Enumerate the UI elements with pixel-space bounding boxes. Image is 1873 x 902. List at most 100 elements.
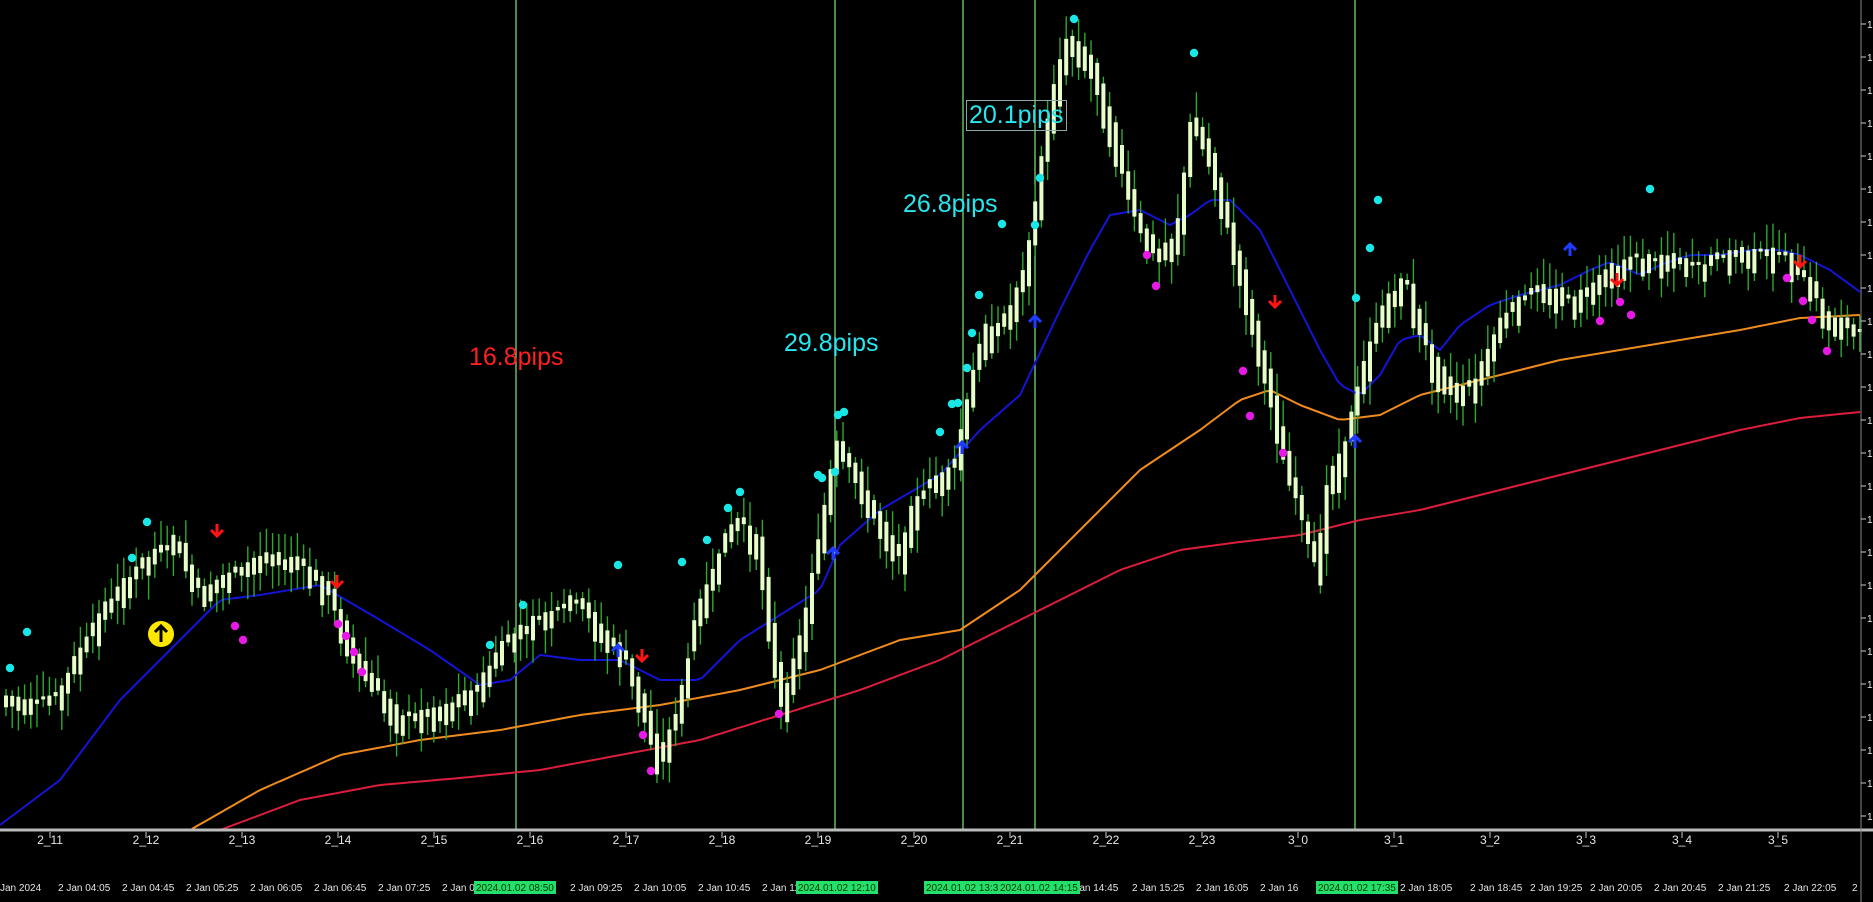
candle-body [1516,296,1521,326]
candle-body [1355,386,1360,416]
time-label: Jan 2024 [0,883,42,894]
candle-body [1585,287,1589,297]
candle-body [1578,289,1583,313]
time-highlight-label: 2024.01.02 12:10 [798,883,876,894]
candle-body [1479,361,1484,386]
candle-body [450,702,455,722]
candle-body [952,458,957,468]
candle-body [72,656,77,675]
cyan-signal-dot [485,640,495,650]
candle-body [289,556,294,573]
magenta-signal-dot [333,619,343,629]
cyan-signal-dot [702,535,712,545]
candle-body [1461,385,1465,407]
candle-body [1231,222,1236,265]
candle-body [84,636,89,653]
candle-body [1733,250,1738,257]
candle-body [22,699,27,716]
candle-body [1572,296,1577,320]
candle-body [1622,259,1627,281]
candle-body [233,566,238,573]
candle-body [797,635,802,670]
magenta-signal-dot [1822,346,1832,356]
session-label: 2_12 [133,833,160,847]
candle-body [1306,521,1310,544]
candle-body [1417,308,1422,335]
candle-body [822,504,827,554]
candle-body [276,552,281,566]
candle-body [1560,287,1565,307]
session-label: 2_21 [997,833,1024,847]
time-label: 2 Jan 20:45 [1654,883,1707,894]
candle-body [1262,350,1267,384]
candle-body [1820,298,1825,329]
candle-body [741,517,746,525]
candle-body [1833,317,1837,337]
session-label: 3_3 [1576,833,1596,847]
candle-body [475,684,480,692]
price-tick-label: 1 [1867,614,1873,625]
time-label: 2 Jan 06:05 [250,883,303,894]
price-tick-label: 1 [1867,53,1873,64]
candle-body [1175,218,1180,255]
candle-body [872,500,876,519]
time-highlight-label: 2024.01.02 08:50 [476,883,554,894]
candle-body [1225,201,1230,228]
candle-body [16,696,21,711]
candle-body [1194,117,1199,137]
candle-body [481,672,486,703]
candle-body [772,623,777,678]
cyan-signal-dot [677,557,687,567]
candle-body [1430,344,1434,383]
candle-body [270,554,275,567]
candle-body [1454,382,1459,403]
candle-body [431,707,436,732]
candle-body [59,685,64,711]
candle-body [1299,495,1304,521]
time-label: 2 Jan 21:25 [1718,883,1771,894]
price-tick-label: 1 [1867,218,1873,229]
candle-body [1727,250,1732,276]
candle-body [1157,248,1162,263]
candle-body [704,584,709,619]
cyan-signal-dot [735,487,745,497]
candle-body [593,612,597,642]
candle-body [1206,138,1211,167]
candle-body [1529,288,1534,295]
candle-body [487,665,492,688]
candle-body [1405,280,1410,285]
candle-body [109,598,114,613]
candle-body [1764,249,1769,257]
candle-body [258,556,263,574]
candle-body [425,709,430,717]
candle-body [1237,250,1242,286]
cyan-signal-dot [1351,293,1361,303]
candle-body [896,544,901,557]
cyan-signal-dot [953,398,963,408]
candle-body [1020,270,1025,293]
candle-body [115,586,120,601]
candle-body [121,578,126,609]
candle-body [1064,38,1069,76]
candle-body [1113,122,1118,167]
candle-body [1492,334,1496,362]
candle-body [661,742,666,762]
cyan-signal-dot [967,328,977,338]
price-tick-label: 1 [1867,416,1873,427]
cyan-signal-dot [1035,173,1045,183]
candle-body [1653,258,1658,262]
candle-body [934,475,938,493]
price-tick-label: 1 [1867,350,1873,361]
candle-body [1647,254,1651,274]
session-label: 2_14 [325,833,352,847]
candle-body [841,441,845,462]
magenta-signal-dot [1278,448,1288,458]
candle-body [506,634,511,643]
cyan-signal-dot [1373,195,1383,205]
candle-body [90,622,95,637]
candle-body [828,469,833,515]
candle-body [667,729,672,763]
candle-body [1746,250,1751,269]
price-chart[interactable]: 2_11 2_12 2_13 2_14 2_15 2_16 2_17 2_18 2_19 2_20… [0,0,1873,902]
candle-body [989,326,994,354]
